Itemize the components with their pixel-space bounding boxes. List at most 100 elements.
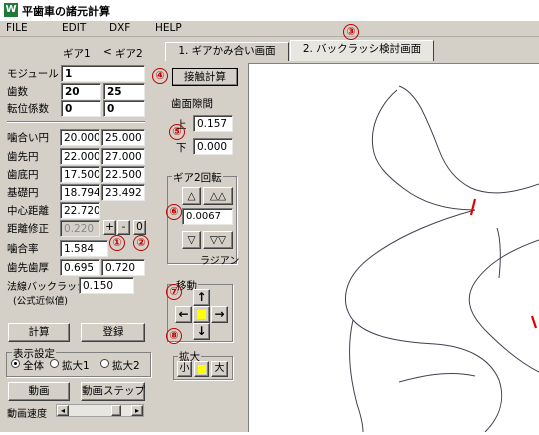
anim-step-button[interactable]: 動画ステップ [81, 382, 145, 401]
speed-scrollbar[interactable]: ◂ ▸ [56, 404, 144, 417]
backlash-note: (公式近似値) [13, 296, 68, 307]
module-input[interactable]: 1 [61, 65, 145, 82]
rotate-label: ギア2回転 [172, 170, 223, 185]
menu-file[interactable]: FILE [6, 22, 28, 34]
backlash-value: 0.150 [79, 277, 134, 294]
teeth-label: 歯数 [7, 86, 28, 98]
move-center-button[interactable] [193, 306, 210, 323]
gear-lower-arc [398, 373, 476, 383]
base-label: 基礎円 [7, 187, 39, 199]
base-gear1: 18.794 [60, 184, 100, 201]
tip-thickness-label: 歯先歯厚 [7, 262, 49, 274]
tab-backlash[interactable]: 2. バックラッシ検討画面 [290, 40, 434, 61]
zoom-reset-button[interactable] [194, 361, 209, 377]
rotate-down-small-button[interactable]: ▽ [182, 231, 201, 249]
scroll-right-icon[interactable]: ▸ [131, 405, 143, 416]
radio-zoom1[interactable] [50, 359, 59, 368]
register-button[interactable]: 登録 [81, 323, 145, 342]
clearance-upper: 0.157 [193, 115, 233, 132]
shift-label: 転位係数 [7, 103, 49, 115]
pitch-gear1: 20.000 [60, 129, 100, 146]
gear2-flank-right [434, 343, 503, 433]
scroll-thumb[interactable] [111, 405, 121, 416]
radio-zoom1-label: 拡大1 [62, 360, 90, 372]
radio-all[interactable] [11, 359, 20, 368]
clearance-lower: 0.000 [193, 138, 233, 155]
rotate-up-large-button[interactable]: △△ [203, 187, 233, 205]
root-gear2: 22.500 [101, 166, 145, 183]
center-label: 中心距離 [7, 205, 49, 217]
radio-zoom2[interactable] [100, 359, 109, 368]
menu-help[interactable]: HELP [155, 22, 182, 34]
gear2-tooth-lower [345, 209, 476, 345]
move-right-button[interactable]: → [211, 306, 228, 323]
annotation-6: ⑥ [166, 204, 182, 220]
clearance-lower-label: 下 [176, 142, 187, 154]
center-minus-button[interactable]: - [117, 220, 130, 235]
module-label: モジュール [7, 68, 59, 80]
annotation-1: ① [109, 235, 125, 251]
radio-zoom2-label: 拡大2 [112, 360, 140, 372]
contact-calc-button[interactable]: 接触計算 [172, 68, 238, 86]
teeth-gear2-input[interactable]: 25 [103, 83, 145, 100]
gear1-right-edge [496, 227, 501, 279]
shift-gear2-input[interactable]: 0 [103, 100, 145, 117]
center-adj-label: 距離修正 [7, 223, 49, 235]
gear1-header: ギア1 [63, 48, 91, 60]
contact-ratio-label: 噛合率 [7, 243, 39, 255]
tab-gear-mesh[interactable]: 1. ギアかみ合い画面 [165, 42, 289, 61]
gear1-tooth-mid [468, 239, 539, 373]
menu-dxf[interactable]: DXF [109, 22, 130, 34]
tip-thickness-gear2: 0.720 [101, 259, 145, 276]
pitch-gear2: 25.000 [101, 129, 145, 146]
app-icon: W [4, 3, 18, 17]
root-gear1: 17.500 [60, 166, 100, 183]
menu-edit[interactable]: EDIT [62, 22, 86, 34]
rotate-down-large-button[interactable]: ▽▽ [203, 231, 233, 249]
calc-button[interactable]: 計算 [8, 323, 70, 342]
compare-symbol: < [103, 46, 112, 58]
radio-dot [14, 362, 17, 365]
annotation-5: ⑤ [169, 124, 185, 140]
anim-button[interactable]: 動画 [8, 382, 70, 401]
rotate-up-small-button[interactable]: △ [182, 187, 201, 205]
gear2-header: ギア2 [115, 48, 143, 60]
window-title: 平歯車の諸元計算 [22, 5, 110, 18]
center-value: 22.720 [60, 202, 100, 219]
title-bar: W 平歯車の諸元計算 [0, 0, 539, 21]
move-up-button[interactable]: ↑ [193, 289, 210, 306]
tip-label: 歯先円 [7, 151, 39, 163]
zoom-small-button[interactable]: 小 [177, 361, 192, 377]
gear-profile-drawing [345, 85, 539, 433]
annotation-8: ⑧ [166, 328, 182, 344]
backlash-label: 法線バックラッシ [7, 282, 87, 293]
radian-unit: ラジアン [200, 256, 240, 267]
zoom-large-button[interactable]: 大 [211, 361, 228, 377]
center-plus-button[interactable]: + [103, 220, 116, 235]
tip-gear1: 22.000 [60, 148, 100, 165]
move-left-button[interactable]: ← [175, 306, 192, 323]
center-square-icon [197, 310, 206, 319]
annotation-4: ④ [152, 68, 168, 84]
gear-bottom-left [349, 319, 364, 433]
speed-label: 動画速度 [7, 409, 47, 420]
center-zero-button[interactable]: 0 [133, 220, 146, 235]
contact-mark-upper [469, 198, 477, 216]
center-adj-value: 0.220 [60, 220, 100, 237]
separator [7, 121, 145, 123]
move-down-button[interactable]: ↓ [193, 323, 210, 340]
shift-gear1-input[interactable]: 0 [61, 100, 101, 117]
pitch-label: 噛合い円 [7, 132, 49, 144]
annotation-7: ⑦ [166, 284, 182, 300]
gear-canvas[interactable] [248, 63, 539, 433]
scroll-left-icon[interactable]: ◂ [57, 405, 69, 416]
teeth-gear1-input[interactable]: 20 [61, 83, 101, 100]
tip-gear2: 27.000 [101, 148, 145, 165]
contact-mark-lower [530, 315, 538, 329]
radio-all-label: 全体 [23, 360, 44, 372]
rotate-step-value[interactable]: 0.0067 [182, 208, 233, 225]
tip-thickness-gear1: 0.695 [60, 259, 100, 276]
annotation-3: ③ [343, 24, 359, 40]
menu-bar: FILE EDIT DXF HELP [0, 21, 539, 37]
gear2-tooth-left [371, 89, 476, 211]
